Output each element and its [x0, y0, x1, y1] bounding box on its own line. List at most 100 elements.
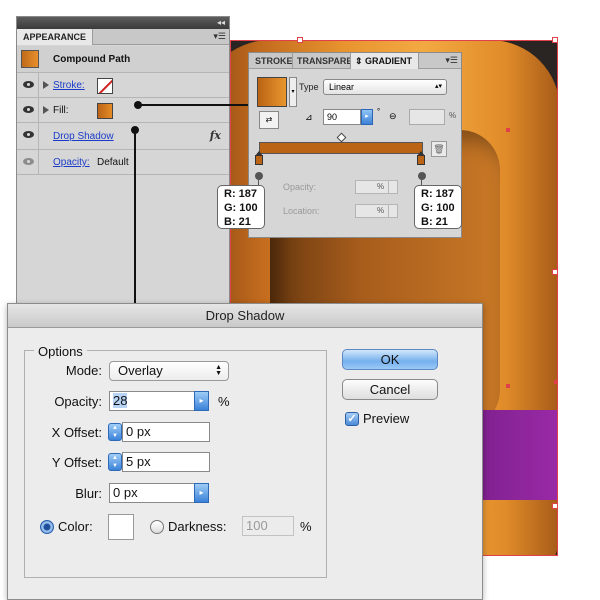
- shadow-color-swatch[interactable]: [108, 514, 134, 540]
- appearance-opacity-row[interactable]: Opacity: Default: [17, 150, 229, 175]
- opacity-link[interactable]: Opacity:: [53, 150, 90, 175]
- mode-value: Overlay: [118, 363, 163, 378]
- ok-button[interactable]: OK: [342, 349, 438, 370]
- preview-label: Preview: [363, 411, 410, 426]
- appearance-effect-row[interactable]: Drop Shadow fx: [17, 123, 229, 150]
- tab-stroke[interactable]: STROKE: [251, 53, 293, 69]
- select-arrows-icon: ▲ ▼: [215, 364, 222, 377]
- gradient-stop-left[interactable]: [255, 151, 263, 165]
- darkness-radio[interactable]: [150, 520, 164, 534]
- callout-g-value: G: 100: [224, 202, 258, 214]
- expand-arrow-icon[interactable]: [43, 81, 49, 89]
- aspect-ratio-input: [409, 109, 445, 125]
- blur-dropdown-button[interactable]: ▸: [194, 483, 209, 503]
- anchor-point[interactable]: [506, 128, 510, 132]
- selection-handle[interactable]: [552, 503, 558, 509]
- tab-appearance[interactable]: APPEARANCE: [17, 29, 94, 45]
- blur-input[interactable]: 0 px: [109, 483, 195, 503]
- angle-dropdown-button[interactable]: ▸: [361, 109, 373, 125]
- shadow-connector-line: [134, 130, 136, 304]
- color-callout-right: R: 187 G: 100 B: 21: [414, 185, 462, 229]
- stroke-none-swatch[interactable]: [97, 78, 113, 94]
- visibility-toggle[interactable]: [17, 123, 39, 150]
- visibility-toggle[interactable]: [17, 98, 39, 123]
- dialog-title[interactable]: Drop Shadow: [8, 304, 482, 328]
- stop-connector-dot: [255, 172, 263, 180]
- aspect-unit: %: [449, 111, 457, 120]
- panel-tab-row: APPEARANCE ▾☰: [17, 29, 229, 45]
- opacity-input[interactable]: 28: [109, 391, 195, 411]
- selection-handle[interactable]: [552, 37, 558, 43]
- mode-label: Mode:: [65, 363, 102, 378]
- preview-checkbox[interactable]: ✓: [345, 412, 359, 426]
- color-radio[interactable]: [40, 520, 54, 534]
- darkness-label: Darkness:: [168, 519, 227, 534]
- callout-b-value: B: 21: [224, 216, 251, 228]
- degree-symbol: °: [377, 107, 381, 116]
- cancel-button[interactable]: Cancel: [342, 379, 438, 400]
- eye-icon: [23, 106, 34, 113]
- opacity-unit: %: [218, 394, 230, 409]
- anchor-point[interactable]: [554, 380, 558, 384]
- x-offset-label: X Offset:: [51, 425, 102, 440]
- gradient-type-value: Linear: [329, 82, 355, 92]
- type-label: Type: [299, 82, 319, 92]
- selection-handle[interactable]: [297, 37, 303, 43]
- chevron-down-icon[interactable]: ▾: [289, 77, 297, 107]
- object-thumbnail: [21, 50, 39, 68]
- appearance-fill-row[interactable]: Fill:: [17, 98, 229, 123]
- eye-icon: [23, 131, 34, 138]
- opacity-input-value: 28: [113, 393, 128, 408]
- panel-menu-icon[interactable]: ▾☰: [213, 31, 226, 42]
- object-label: Compound Path: [53, 54, 131, 65]
- color-label: Color:: [58, 519, 93, 534]
- visibility-toggle[interactable]: [17, 73, 39, 98]
- location-unit: %: [377, 206, 385, 215]
- tab-gradient[interactable]: ⇕ GRADIENT: [351, 53, 419, 69]
- tab-transparency[interactable]: TRANSPARE: [293, 53, 351, 69]
- darkness-unit: %: [300, 519, 312, 534]
- gradient-type-select[interactable]: Linear ▴▾: [323, 79, 447, 95]
- opacity-label: Opacity:: [283, 182, 317, 192]
- callout-r-value: R: 187: [224, 188, 258, 200]
- selection-handle[interactable]: [552, 269, 558, 275]
- appearance-stroke-row[interactable]: Stroke:: [17, 73, 229, 98]
- fill-gradient-swatch[interactable]: [97, 103, 113, 119]
- fill-connector-line: [140, 104, 248, 106]
- panel-tab-row: STROKE TRANSPARE ⇕ GRADIENT ▾☰: [249, 53, 461, 69]
- expand-arrow-icon[interactable]: [43, 106, 49, 114]
- gradient-midpoint-diamond[interactable]: [336, 132, 347, 143]
- select-arrows-icon: ▴▾: [434, 83, 442, 90]
- eye-icon: [23, 81, 34, 88]
- angle-icon: ⊿: [305, 112, 313, 122]
- appearance-panel: ◂◂ APPEARANCE ▾☰ Compound Path Stroke: F…: [16, 16, 230, 316]
- blur-label: Blur:: [75, 486, 102, 501]
- drop-shadow-link[interactable]: Drop Shadow: [53, 123, 114, 150]
- reverse-gradient-button[interactable]: ⇄: [259, 111, 279, 129]
- fx-icon[interactable]: fx: [210, 123, 221, 148]
- x-offset-input[interactable]: 0 px: [122, 422, 210, 442]
- y-offset-stepper[interactable]: ▲ ▼: [108, 453, 122, 471]
- color-callout-left: R: 187 G: 100 B: 21: [217, 185, 265, 229]
- x-offset-stepper[interactable]: ▲ ▼: [108, 423, 122, 441]
- gradient-slider-bar[interactable]: [259, 142, 423, 154]
- appearance-object-row[interactable]: Compound Path: [17, 46, 229, 73]
- gradient-stop-right[interactable]: [417, 151, 425, 165]
- gradient-preview-swatch[interactable]: [257, 77, 287, 107]
- panel-titlebar[interactable]: ◂◂: [17, 17, 229, 29]
- y-offset-input[interactable]: 5 px: [122, 452, 210, 472]
- collapse-icon[interactable]: ◂◂: [217, 17, 225, 29]
- delete-stop-icon[interactable]: 🗑: [431, 141, 447, 157]
- stroke-link[interactable]: Stroke:: [53, 73, 85, 98]
- anchor-point[interactable]: [506, 384, 510, 388]
- angle-input[interactable]: 90: [323, 109, 361, 125]
- mode-select[interactable]: Overlay ▲ ▼: [109, 361, 229, 381]
- canvas: ◂◂ APPEARANCE ▾☰ Compound Path Stroke: F…: [0, 0, 600, 600]
- opacity-dropdown-button[interactable]: ▸: [194, 391, 209, 411]
- opacity-value: Default: [97, 157, 129, 168]
- aspect-ratio-icon: ⊖: [389, 111, 397, 121]
- panel-menu-icon[interactable]: ▾☰: [445, 55, 458, 66]
- visibility-toggle[interactable]: [17, 150, 39, 175]
- callout-r-value: R: 187: [421, 188, 455, 200]
- stop-opacity-button: [388, 180, 398, 194]
